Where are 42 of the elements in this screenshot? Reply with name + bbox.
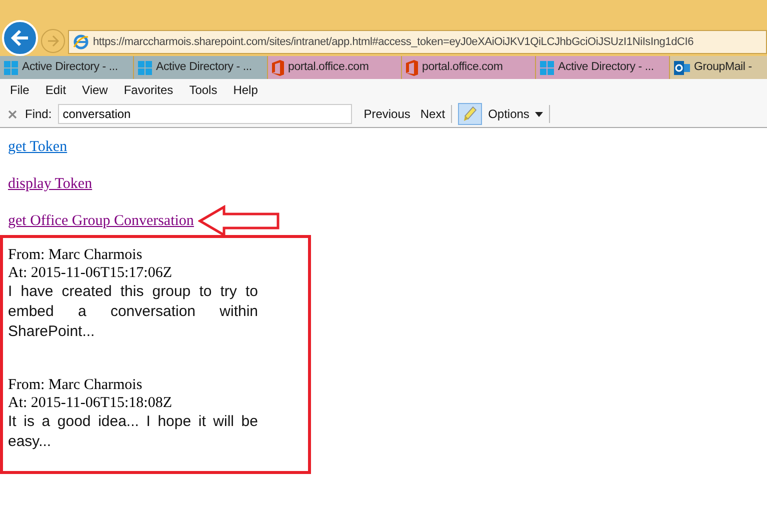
message-timestamp: At: 2015-11-06T15:17:06Z	[8, 264, 174, 282]
office-logo-icon	[406, 60, 418, 76]
menu-item[interactable]: Favorites	[124, 81, 174, 99]
menu-item[interactable]: File	[10, 81, 30, 99]
message-body: It is a good idea... I hope it will be easy...	[8, 412, 258, 452]
highlighter-icon	[463, 106, 478, 122]
close-icon[interactable]	[8, 110, 17, 118]
browser-tab[interactable]: GroupMail -	[670, 56, 767, 79]
previous-button[interactable]: Previous	[364, 105, 410, 123]
browser-tab[interactable]: portal.office.com	[268, 56, 401, 79]
page-link[interactable]: get Token	[8, 136, 68, 158]
office-logo-icon	[272, 60, 284, 76]
browser-tab[interactable]: portal.office.com	[402, 56, 535, 79]
browser-tab[interactable]: Active Directory - ...	[0, 56, 133, 79]
menu-item[interactable]: View	[82, 81, 108, 99]
highlight-button[interactable]	[458, 103, 482, 125]
back-arrow-icon	[10, 29, 30, 47]
menu-item[interactable]: Edit	[45, 81, 66, 99]
browser-tab[interactable]: Active Directory - ...	[134, 56, 267, 79]
message-sender: From: Marc Charmois	[8, 376, 144, 394]
menu-item[interactable]: Tools	[189, 81, 218, 99]
options-button[interactable]: Options	[488, 105, 544, 123]
windows-logo-icon	[4, 60, 18, 74]
caret-icon	[535, 112, 544, 116]
message-body: I have created this group to try to embed a conversation within SharePoint...	[8, 282, 258, 342]
forward-arrow-icon	[47, 35, 59, 47]
back-button[interactable]	[2, 20, 38, 56]
next-button[interactable]: Next	[420, 105, 446, 123]
find-field[interactable]: conversation	[58, 104, 352, 124]
windows-logo-icon	[138, 60, 152, 74]
find-label: Find:	[25, 106, 52, 123]
page-link[interactable]: display Token	[8, 172, 92, 196]
outlook-logo-icon	[674, 60, 690, 76]
message-sender: From: Marc Charmois	[8, 246, 144, 264]
browser-tab[interactable]: Active Directory - ...	[536, 56, 669, 79]
browser-logo-icon	[73, 34, 89, 50]
page-link[interactable]: get Office Group Conversation	[8, 210, 194, 232]
menu-item[interactable]: Help	[233, 81, 258, 99]
url-text: https://marccharmois.sharepoint.com/sites/intranet/app.html#access_token=eyJ0eXAiOiJKV1QiLCJhbGciOiJSUzI1NiIsIng1dCI6	[93, 34, 694, 50]
address-bar[interactable]: https://marccharmois.sharepoint.com/sites/intranet/app.html#access_token=eyJ0eXAiOiJKV1QiLCJhbGciOiJSUzI1NiIsIng1dCI6	[68, 30, 767, 54]
windows-logo-icon	[540, 60, 554, 74]
message-timestamp: At: 2015-11-06T15:18:08Z	[8, 394, 174, 412]
